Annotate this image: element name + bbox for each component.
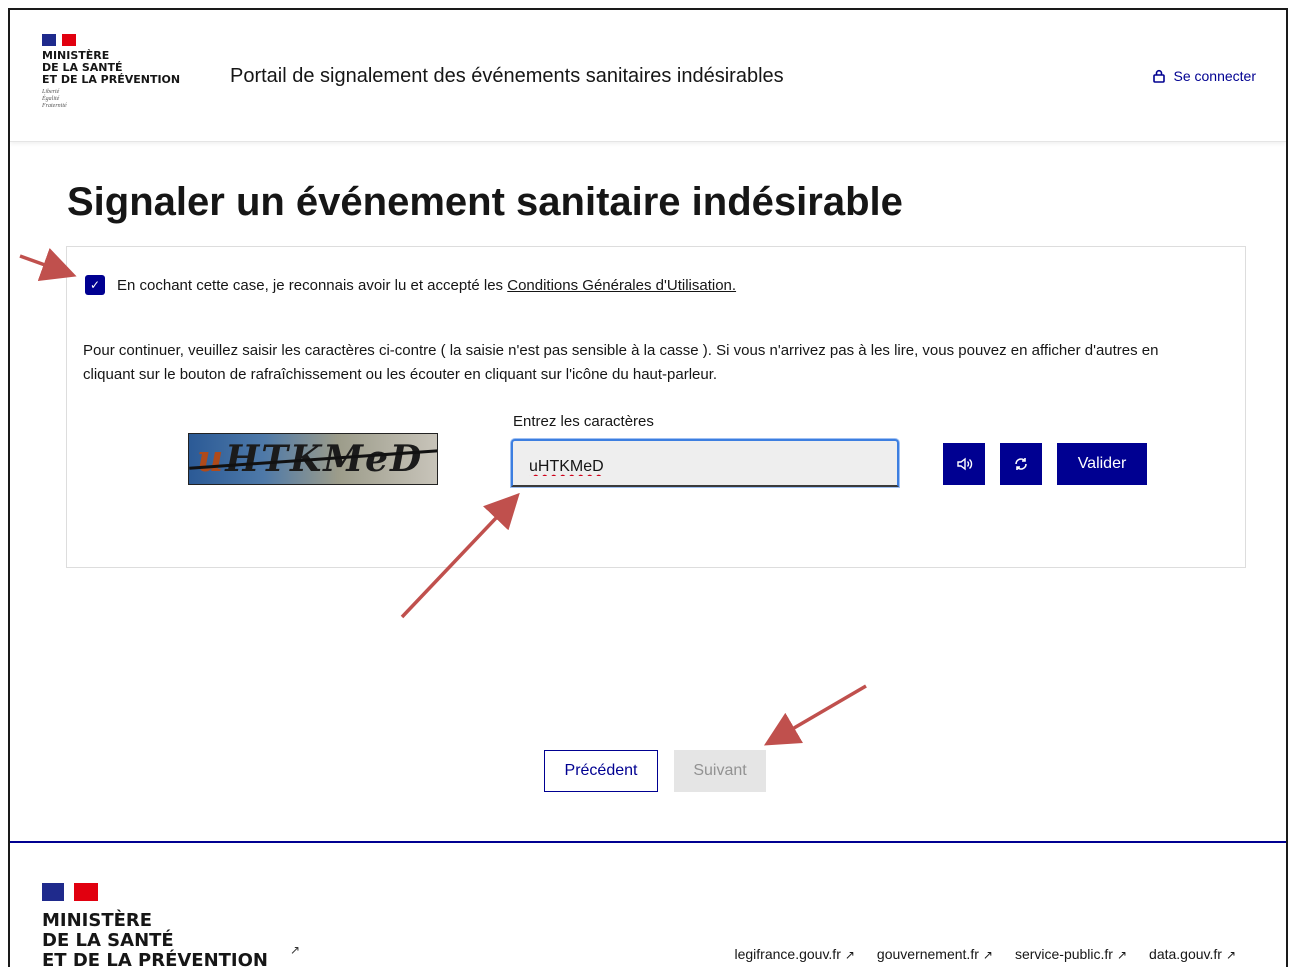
footer-link-data-gouv[interactable]: data.gouv.fr ↗ bbox=[1149, 946, 1236, 962]
motto-line: Fraternité bbox=[42, 103, 67, 109]
external-link-icon: ↗ bbox=[1116, 948, 1128, 962]
external-link-icon: ↗ bbox=[1225, 948, 1236, 962]
cgu-link[interactable]: Conditions Générales d'Utilisation. bbox=[507, 277, 736, 294]
login-label: Se connecter bbox=[1173, 68, 1257, 84]
lock-icon bbox=[1152, 69, 1165, 83]
footer-link-service-public[interactable]: service-public.fr ↗ bbox=[1015, 946, 1127, 962]
external-link-icon: ↗ bbox=[844, 948, 855, 962]
ministry-line: et de la prévention bbox=[42, 73, 181, 86]
audio-captcha-button[interactable] bbox=[943, 443, 985, 485]
page-title: Signaler un événement sanitaire indésira… bbox=[67, 180, 903, 224]
browser-frame: Ministère de la santé et de la préventio… bbox=[8, 8, 1288, 967]
footer-link-gouvernement[interactable]: gouvernement.fr ↗ bbox=[877, 946, 993, 962]
portal-title[interactable]: Portail de signalement des événements sa… bbox=[230, 65, 784, 88]
captcha-panel: ✓ En cochant cette case, je reconnais av… bbox=[66, 246, 1246, 568]
republic-motto: Liberté Égalité Fraternité bbox=[42, 89, 180, 110]
site-footer: Ministère de la santé et de la préventio… bbox=[10, 841, 1286, 967]
external-link-icon: ↗ bbox=[982, 948, 993, 962]
captcha-image: uHTKMeD bbox=[188, 433, 438, 485]
marianne-flag-icon bbox=[42, 883, 98, 901]
motto-line: Égalité bbox=[42, 96, 60, 102]
ministry-name: Ministère de la santé et de la préventio… bbox=[42, 50, 180, 86]
previous-button[interactable]: Précédent bbox=[544, 750, 658, 792]
cgu-text: En cochant cette case, je reconnais avoi… bbox=[117, 276, 504, 294]
checkmark-icon: ✓ bbox=[89, 278, 101, 292]
captcha-instructions: Pour continuer, veuillez saisir les cara… bbox=[83, 342, 1159, 383]
motto-line: Liberté bbox=[42, 89, 60, 95]
footer-ministry-logo[interactable]: Ministère de la santé et de la préventio… bbox=[42, 883, 268, 967]
captcha-field-label: Entrez les caractères bbox=[513, 413, 654, 430]
footer-link-label: legifrance.gouv.fr bbox=[734, 946, 841, 962]
footer-link-label: gouvernement.fr bbox=[876, 946, 979, 962]
external-link-icon: ↗ bbox=[290, 943, 301, 957]
footer-links: legifrance.gouv.fr ↗ gouvernement.fr ↗ ser… bbox=[735, 946, 1237, 962]
ministry-logo[interactable]: Ministère de la santé et de la préventio… bbox=[42, 34, 180, 110]
captcha-input[interactable] bbox=[511, 439, 899, 487]
captcha-char: u bbox=[197, 438, 226, 480]
cgu-consent-row: ✓ En cochant cette case, je reconnais av… bbox=[85, 275, 736, 295]
validate-button[interactable]: Valider bbox=[1057, 443, 1147, 485]
speaker-icon bbox=[957, 457, 973, 471]
footer-link-label: service-public.fr bbox=[1014, 946, 1113, 962]
refresh-icon bbox=[1015, 458, 1027, 470]
refresh-captcha-button[interactable] bbox=[1000, 443, 1042, 485]
ministry-line: Ministère bbox=[42, 910, 153, 931]
login-button[interactable]: Se connecter bbox=[1152, 68, 1257, 84]
footer-link-legifrance[interactable]: legifrance.gouv.fr ↗ bbox=[735, 946, 855, 962]
next-button[interactable]: Suivant bbox=[674, 750, 766, 792]
footer-link-label: data.gouv.fr bbox=[1149, 946, 1222, 962]
marianne-flag-icon bbox=[42, 34, 76, 46]
ministry-line: et de la prévention bbox=[42, 950, 268, 967]
site-header: Ministère de la santé et de la préventio… bbox=[10, 10, 1286, 142]
cgu-checkbox[interactable]: ✓ bbox=[85, 275, 105, 295]
footer-ministry-name: Ministère de la santé et de la préventio… bbox=[42, 911, 268, 967]
ministry-line: de la santé bbox=[42, 930, 174, 951]
